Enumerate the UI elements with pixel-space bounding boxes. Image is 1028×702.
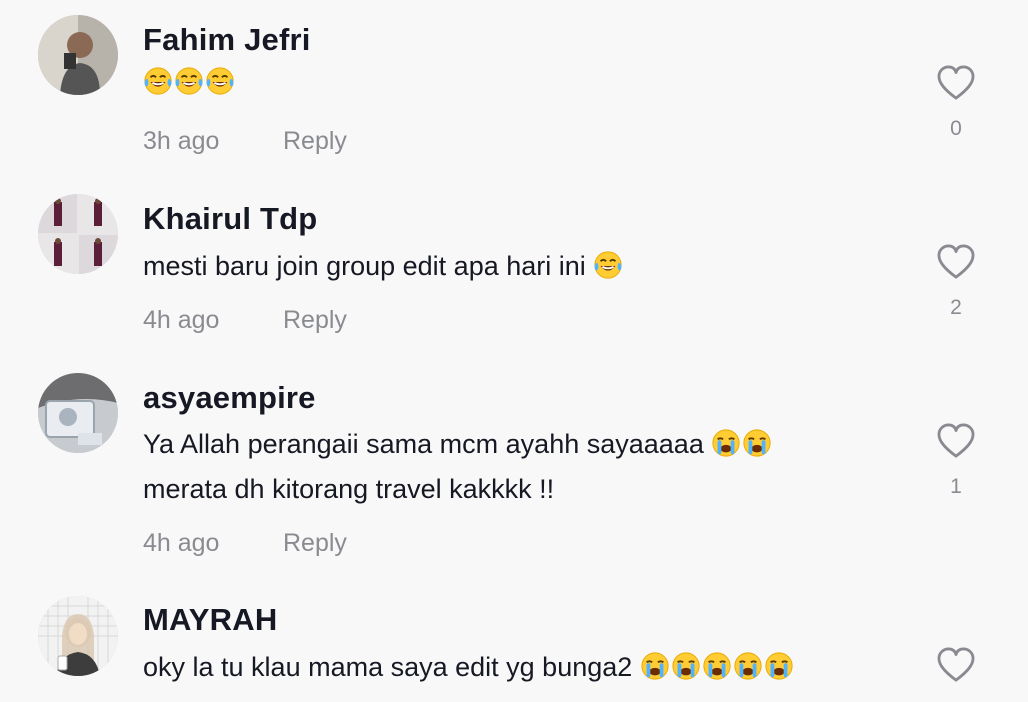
comment-username[interactable]: MAYRAH	[143, 602, 277, 638]
heart-outline-icon[interactable]	[937, 423, 975, 459]
comment-username[interactable]: asyaempire	[143, 380, 316, 416]
comment-item: MAYRAH oky la tu klau mama saya edit yg …	[0, 585, 1028, 702]
loudly-crying-face-icon	[742, 428, 772, 458]
comment-text: oky la tu klau mama saya edit yg bunga2	[143, 645, 913, 690]
heart-outline-icon[interactable]	[937, 647, 975, 683]
like-control: 1	[936, 423, 976, 499]
comment-meta: 4h ago Reply	[143, 306, 347, 335]
comment-text-line: mesti baru join group edit apa hari ini	[143, 251, 586, 281]
heart-outline-icon[interactable]	[937, 65, 975, 101]
loudly-crying-face-icon	[640, 651, 670, 681]
avatar-photo	[38, 596, 118, 676]
face-with-tears-of-joy-icon	[174, 66, 204, 96]
avatar[interactable]	[38, 15, 118, 95]
comment-text-line: oky la tu klau mama saya edit yg bunga2	[143, 652, 633, 682]
comment-meta: 4h ago Reply	[143, 529, 347, 558]
reply-button[interactable]: Reply	[283, 306, 347, 335]
loudly-crying-face-icon	[702, 651, 732, 681]
comment-item: Fahim Jefri 3h ago Reply 0	[0, 0, 1028, 180]
comment-text-line: merata dh kitorang travel kakkkk !!	[143, 474, 555, 504]
like-control	[936, 647, 976, 683]
avatar[interactable]	[38, 373, 118, 453]
comment-timestamp: 4h ago	[143, 306, 220, 334]
comment-list: Fahim Jefri 3h ago Reply 0 Khairul Tdp m…	[0, 0, 1028, 702]
like-count: 1	[950, 475, 962, 498]
comment-timestamp: 4h ago	[143, 529, 220, 557]
loudly-crying-face-icon	[711, 428, 741, 458]
reply-button[interactable]: Reply	[283, 127, 347, 156]
like-control: 2	[936, 244, 976, 320]
face-with-tears-of-joy-icon	[143, 66, 173, 96]
face-with-tears-of-joy-icon	[593, 250, 623, 280]
comment-item: asyaempire Ya Allah perangaii sama mcm a…	[0, 360, 1028, 585]
avatar[interactable]	[38, 596, 118, 676]
comment-text	[143, 60, 913, 105]
comment-timestamp: 3h ago	[143, 127, 220, 155]
face-with-tears-of-joy-icon	[205, 66, 235, 96]
comment-text-line: Ya Allah perangaii sama mcm ayahh sayaaa…	[143, 422, 913, 467]
like-control: 0	[936, 65, 976, 141]
avatar-photo	[38, 15, 118, 95]
comment-username[interactable]: Fahim Jefri	[143, 22, 311, 58]
comment-text: mesti baru join group edit apa hari ini	[143, 244, 913, 289]
avatar-photo	[38, 194, 118, 274]
like-count: 0	[950, 117, 962, 140]
comment-item: Khairul Tdp mesti baru join group edit a…	[0, 180, 1028, 360]
loudly-crying-face-icon	[733, 651, 763, 681]
heart-outline-icon[interactable]	[937, 244, 975, 280]
avatar[interactable]	[38, 194, 118, 274]
reply-button[interactable]: Reply	[283, 529, 347, 558]
comment-meta: 3h ago Reply	[143, 127, 347, 156]
loudly-crying-face-icon	[671, 651, 701, 681]
comment-username[interactable]: Khairul Tdp	[143, 201, 317, 237]
like-count: 2	[950, 296, 962, 319]
loudly-crying-face-icon	[764, 651, 794, 681]
comment-text: Ya Allah perangaii sama mcm ayahh sayaaa…	[143, 422, 913, 512]
avatar-photo	[38, 373, 118, 453]
